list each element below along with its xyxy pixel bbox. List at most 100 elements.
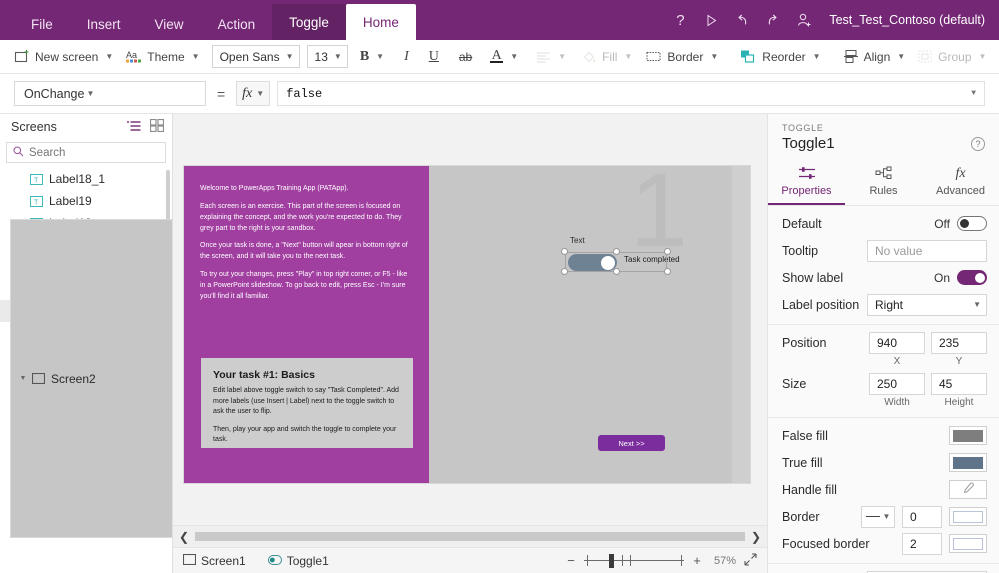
tooltip-input[interactable]: No value: [867, 239, 987, 262]
undo-icon[interactable]: [734, 11, 750, 29]
user-account-label[interactable]: Test_Test_Contoso (default): [829, 13, 985, 27]
expand-arrow-icon[interactable]: ▼: [17, 375, 29, 382]
italic-button[interactable]: I: [398, 44, 415, 70]
bold-button[interactable]: B ▼: [354, 44, 390, 70]
chevron-down-icon[interactable]: ▼: [286, 52, 294, 61]
chevron-down-icon[interactable]: ▼: [971, 89, 976, 98]
play-icon[interactable]: [703, 11, 719, 29]
scroll-left-icon[interactable]: ❮: [173, 526, 195, 548]
canvas-nav-strip: ❮ ❯: [173, 525, 767, 547]
tab-toggle[interactable]: Toggle: [272, 4, 346, 40]
border-width-input[interactable]: 0: [902, 505, 942, 528]
chevron-down-icon[interactable]: ▼: [105, 52, 113, 61]
border-button[interactable]: Border ▼: [640, 44, 724, 70]
search-input[interactable]: Search: [6, 142, 166, 163]
intro-paragraph-3: Once your task is done, a "Next" button …: [200, 242, 408, 261]
new-screen-icon: [14, 50, 29, 63]
zoom-out-button[interactable]: −: [566, 553, 576, 568]
zoom-slider-thumb[interactable]: [609, 553, 614, 568]
tab-rules[interactable]: Rules: [845, 161, 922, 205]
border-style-select[interactable]: ▼: [861, 505, 895, 528]
font-color-button[interactable]: A ▼: [484, 44, 524, 70]
strikethrough-button[interactable]: ab: [453, 44, 478, 70]
tab-home[interactable]: Home: [345, 4, 416, 40]
thumbnail-view-icon[interactable]: [149, 118, 165, 135]
tree-view-icon[interactable]: [127, 120, 141, 135]
chevron-down-icon[interactable]: ▼: [710, 52, 718, 61]
chevron-down-icon[interactable]: ▼: [192, 52, 200, 61]
resize-handle-se[interactable]: [664, 268, 671, 275]
tab-insert[interactable]: Insert: [70, 8, 138, 40]
app-screen-preview[interactable]: 1 Welcome to PowerApps Training App (PAT…: [184, 166, 750, 483]
chevron-down-icon[interactable]: ▼: [376, 52, 384, 61]
tab-file[interactable]: File: [14, 8, 70, 40]
position-y-input[interactable]: 235: [931, 331, 987, 354]
tree-item-screen2[interactable]: ▼ Screen2: [11, 220, 172, 537]
focused-border-color-swatch[interactable]: [949, 534, 987, 553]
chevron-down-icon[interactable]: ▼: [979, 52, 987, 61]
chevron-down-icon[interactable]: ▼: [334, 52, 342, 61]
share-user-icon[interactable]: [796, 11, 812, 29]
resize-handle-nw[interactable]: [561, 248, 568, 255]
group-button[interactable]: Group ▼: [911, 44, 992, 70]
false-fill-swatch[interactable]: [949, 426, 987, 445]
tab-properties[interactable]: Properties: [768, 161, 845, 205]
toggle-control-selected[interactable]: Task completed: [561, 248, 680, 275]
breadcrumb-control[interactable]: Toggle1: [267, 554, 329, 568]
scroll-right-icon[interactable]: ❯: [745, 526, 767, 548]
size-width-input[interactable]: 250: [869, 372, 925, 395]
reorder-button[interactable]: Reorder ▼: [734, 44, 826, 70]
size-height-input[interactable]: 45: [931, 372, 987, 395]
theme-button[interactable]: Aa Theme ▼: [119, 44, 205, 70]
help-icon[interactable]: ?: [672, 11, 688, 29]
tree-item-label18_1[interactable]: T Label18_1: [0, 168, 172, 190]
resize-handle-n[interactable]: [612, 248, 620, 255]
breadcrumb-screen[interactable]: Screen1: [182, 553, 246, 568]
true-fill-swatch[interactable]: [949, 453, 987, 472]
focused-border-width-input[interactable]: 2: [902, 532, 942, 555]
align-button[interactable]: Align ▼: [837, 44, 912, 70]
tree-item-label19[interactable]: T Label19: [0, 190, 172, 212]
redo-icon[interactable]: [765, 11, 781, 29]
zoom-slider[interactable]: [584, 553, 684, 568]
chevron-down-icon[interactable]: ▼: [256, 89, 264, 98]
tab-advanced[interactable]: fx Advanced: [922, 161, 999, 205]
handle-fill-swatch[interactable]: [949, 480, 987, 499]
default-control: Off: [934, 216, 987, 231]
help-icon[interactable]: ?: [971, 136, 985, 151]
resize-handle-sw[interactable]: [561, 268, 568, 275]
resize-handle-ne[interactable]: [664, 248, 671, 255]
position-x-input[interactable]: 940: [869, 331, 925, 354]
canvas-scrollbar[interactable]: [195, 532, 745, 541]
new-screen-button[interactable]: New screen ▼: [8, 44, 119, 70]
resize-handle-s[interactable]: [612, 268, 620, 275]
chevron-down-icon[interactable]: ▼: [883, 512, 891, 521]
tab-rules-label: Rules: [869, 185, 898, 197]
default-toggle[interactable]: [957, 216, 987, 231]
align-text-button[interactable]: ▼: [530, 44, 572, 70]
chevron-down-icon[interactable]: ▼: [558, 52, 566, 61]
font-size-select[interactable]: 13 ▼: [306, 45, 348, 68]
fill-button[interactable]: Fill ▼: [576, 44, 638, 70]
tab-action[interactable]: Action: [201, 8, 273, 40]
formula-input[interactable]: false ▼: [277, 81, 985, 106]
font-family-select[interactable]: Open Sans ▼: [211, 45, 300, 68]
expand-icon[interactable]: [744, 552, 757, 569]
chevron-down-icon[interactable]: ▼: [86, 89, 94, 98]
label-position-select[interactable]: Right ▼: [867, 293, 987, 316]
border-color-swatch[interactable]: [949, 507, 987, 526]
chevron-down-icon[interactable]: ▼: [624, 52, 632, 61]
fx-button[interactable]: fx ▼: [236, 81, 271, 106]
chevron-down-icon[interactable]: ▼: [897, 52, 905, 61]
chevron-down-icon[interactable]: ▼: [973, 300, 981, 309]
chevron-down-icon[interactable]: ▼: [510, 52, 518, 61]
property-select[interactable]: OnChange ▼: [14, 81, 206, 106]
show-label-toggle[interactable]: [957, 270, 987, 285]
tab-view[interactable]: View: [138, 8, 201, 40]
underline-button[interactable]: U: [423, 44, 445, 70]
toggle-above-label[interactable]: Text: [570, 236, 585, 245]
chevron-down-icon[interactable]: ▼: [813, 52, 821, 61]
zoom-in-button[interactable]: +: [692, 553, 702, 568]
border-icon: [646, 52, 661, 61]
next-button[interactable]: Next >>: [598, 435, 665, 451]
